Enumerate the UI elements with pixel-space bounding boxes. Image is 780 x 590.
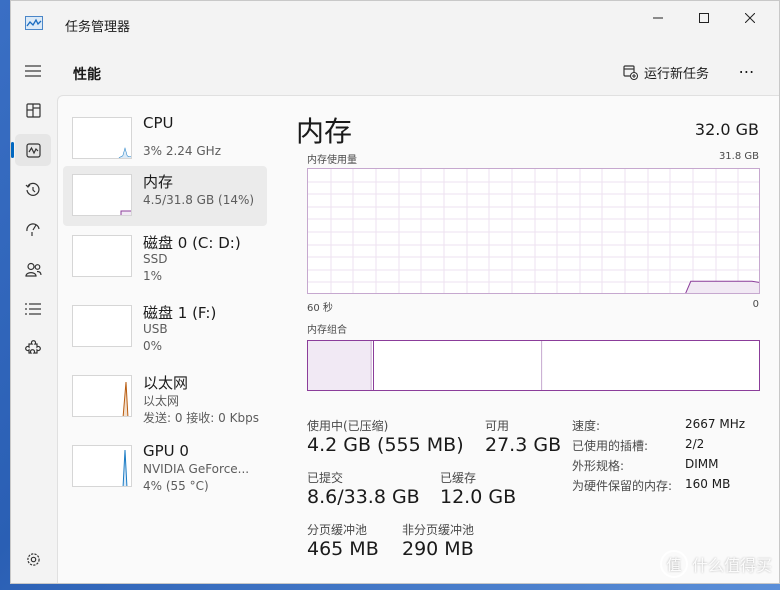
disk-0-thumbnail (72, 235, 132, 277)
watermark-badge: 值 (659, 550, 688, 578)
services-icon (25, 340, 41, 354)
watermark: 值 什么值得买 (659, 550, 772, 578)
nav-performance-button[interactable] (15, 134, 51, 166)
nav-services-button[interactable] (15, 332, 51, 364)
device-name: 以太网 (143, 374, 189, 392)
page-header: 性能 运行新任务 ⋯ (57, 47, 779, 95)
device-type: NVIDIA GeForce... (143, 462, 250, 476)
hardware-reserved-label: 为硬件保留的内存: (572, 479, 673, 493)
device-stat: 发送: 0 接收: 0 Kbps (143, 411, 259, 425)
nav-settings-button[interactable] (15, 543, 51, 575)
device-stat: 4% (55 °C) (143, 479, 209, 493)
title-bar: 任务管理器 (11, 1, 779, 47)
more-options-button[interactable]: ⋯ (733, 59, 761, 83)
device-type: USB (143, 322, 168, 336)
maximize-button[interactable] (681, 5, 727, 31)
performance-icon (25, 142, 41, 158)
processes-icon (25, 102, 41, 118)
slots-label: 已使用的插槽: (572, 439, 649, 453)
device-type: SSD (143, 252, 168, 266)
committed-value: 8.6/33.8 GB (307, 486, 420, 508)
nav-processes-button[interactable] (15, 94, 51, 126)
usage-graph-label: 内存使用量 (307, 155, 357, 166)
composition-in-use (308, 341, 372, 390)
nav-users-button[interactable] (15, 253, 51, 285)
page-title: 性能 (73, 67, 101, 83)
device-stat: 1% (143, 269, 163, 283)
device-cpu[interactable]: CPU 3% 2.24 GHz (63, 109, 267, 169)
maximize-icon (699, 13, 709, 23)
gpu-thumbnail (72, 445, 132, 487)
device-name: 内存 (143, 173, 174, 191)
device-name: 磁盘 1 (F:) (143, 304, 217, 322)
usage-graph-max: 31.8 GB (718, 151, 759, 162)
settings-icon (26, 552, 40, 566)
memory-usage-graph (307, 168, 760, 294)
window-title: 任务管理器 (65, 20, 131, 35)
device-stat: 4.5/31.8 GB (14%) (143, 193, 255, 207)
committed-label: 已提交 (307, 471, 344, 485)
close-button[interactable] (727, 5, 773, 31)
nav-startup-button[interactable] (15, 213, 51, 245)
total-memory: 32.0 GB (694, 120, 759, 139)
paged-pool-label: 分页缓冲池 (307, 523, 368, 537)
details-icon (25, 303, 41, 315)
watermark-text: 什么值得买 (691, 556, 772, 575)
slots-value: 2/2 (685, 437, 705, 451)
form-factor-value: DIMM (685, 457, 719, 471)
startup-icon (26, 223, 40, 236)
device-name: 磁盘 0 (C: D:) (143, 234, 241, 252)
cached-label: 已缓存 (440, 471, 477, 485)
device-name: CPU (143, 114, 174, 132)
form-factor-label: 外形规格: (572, 459, 625, 473)
ethernet-thumbnail (72, 375, 132, 417)
task-manager-app-icon (25, 16, 43, 30)
active-nav-indicator (11, 142, 14, 158)
hardware-reserved-value: 160 MB (685, 477, 731, 491)
device-disk-0[interactable]: 磁盘 0 (C: D:) SSD 1% (63, 227, 267, 287)
memory-composition-bar (307, 340, 760, 391)
usage-area (685, 281, 759, 293)
device-gpu-0[interactable]: GPU 0 NVIDIA GeForce... 4% (55 °C) (63, 437, 267, 497)
available-value: 27.3 GB (485, 434, 562, 456)
cached-value: 12.0 GB (440, 486, 517, 508)
memory-thumbnail (72, 174, 132, 216)
device-type: 以太网 (143, 394, 180, 408)
time-axis-end: 0 (752, 299, 759, 310)
nonpaged-pool-label: 非分页缓冲池 (402, 523, 475, 537)
cpu-thumbnail (72, 117, 132, 159)
run-new-task-icon (623, 64, 638, 80)
device-memory[interactable]: 内存 4.5/31.8 GB (14%) (63, 166, 267, 226)
device-disk-1[interactable]: 磁盘 1 (F:) USB 0% (63, 297, 267, 357)
close-icon (745, 13, 755, 23)
speed-label: 速度: (572, 419, 601, 433)
composition-label: 内存组合 (307, 325, 347, 336)
in-use-label: 使用中(已压缩) (307, 419, 389, 433)
nav-history-button[interactable] (15, 174, 51, 206)
history-icon (25, 182, 40, 196)
run-new-task-label: 运行新任务 (644, 66, 710, 82)
nonpaged-pool-value: 290 MB (402, 538, 474, 560)
nav-menu-button[interactable] (15, 55, 51, 87)
task-manager-window: 任务管理器 性能 运行新任务 ⋯ CPU 3% 2.24 GHz 内存 4.5/… (10, 0, 780, 584)
content-area: CPU 3% 2.24 GHz 内存 4.5/31.8 GB (14%) 磁盘 … (57, 95, 779, 583)
available-label: 可用 (485, 419, 510, 433)
detail-title: 内存 (296, 115, 353, 148)
nav-details-button[interactable] (15, 293, 51, 325)
run-new-task-button[interactable]: 运行新任务 (623, 61, 709, 83)
minimize-button[interactable] (635, 5, 681, 31)
disk-1-thumbnail (72, 305, 132, 347)
device-name: GPU 0 (143, 442, 189, 460)
minimize-icon (653, 17, 663, 19)
paged-pool-value: 465 MB (307, 538, 379, 560)
device-ethernet[interactable]: 以太网 以太网 发送: 0 接收: 0 Kbps (63, 367, 267, 427)
time-axis-start: 60 秒 (307, 303, 333, 314)
device-stat: 3% 2.24 GHz (143, 144, 222, 158)
speed-value: 2667 MHz (685, 417, 746, 431)
users-icon (24, 262, 42, 277)
in-use-value: 4.2 GB (555 MB) (307, 434, 464, 456)
menu-icon (25, 65, 41, 77)
device-stat: 0% (143, 339, 163, 353)
